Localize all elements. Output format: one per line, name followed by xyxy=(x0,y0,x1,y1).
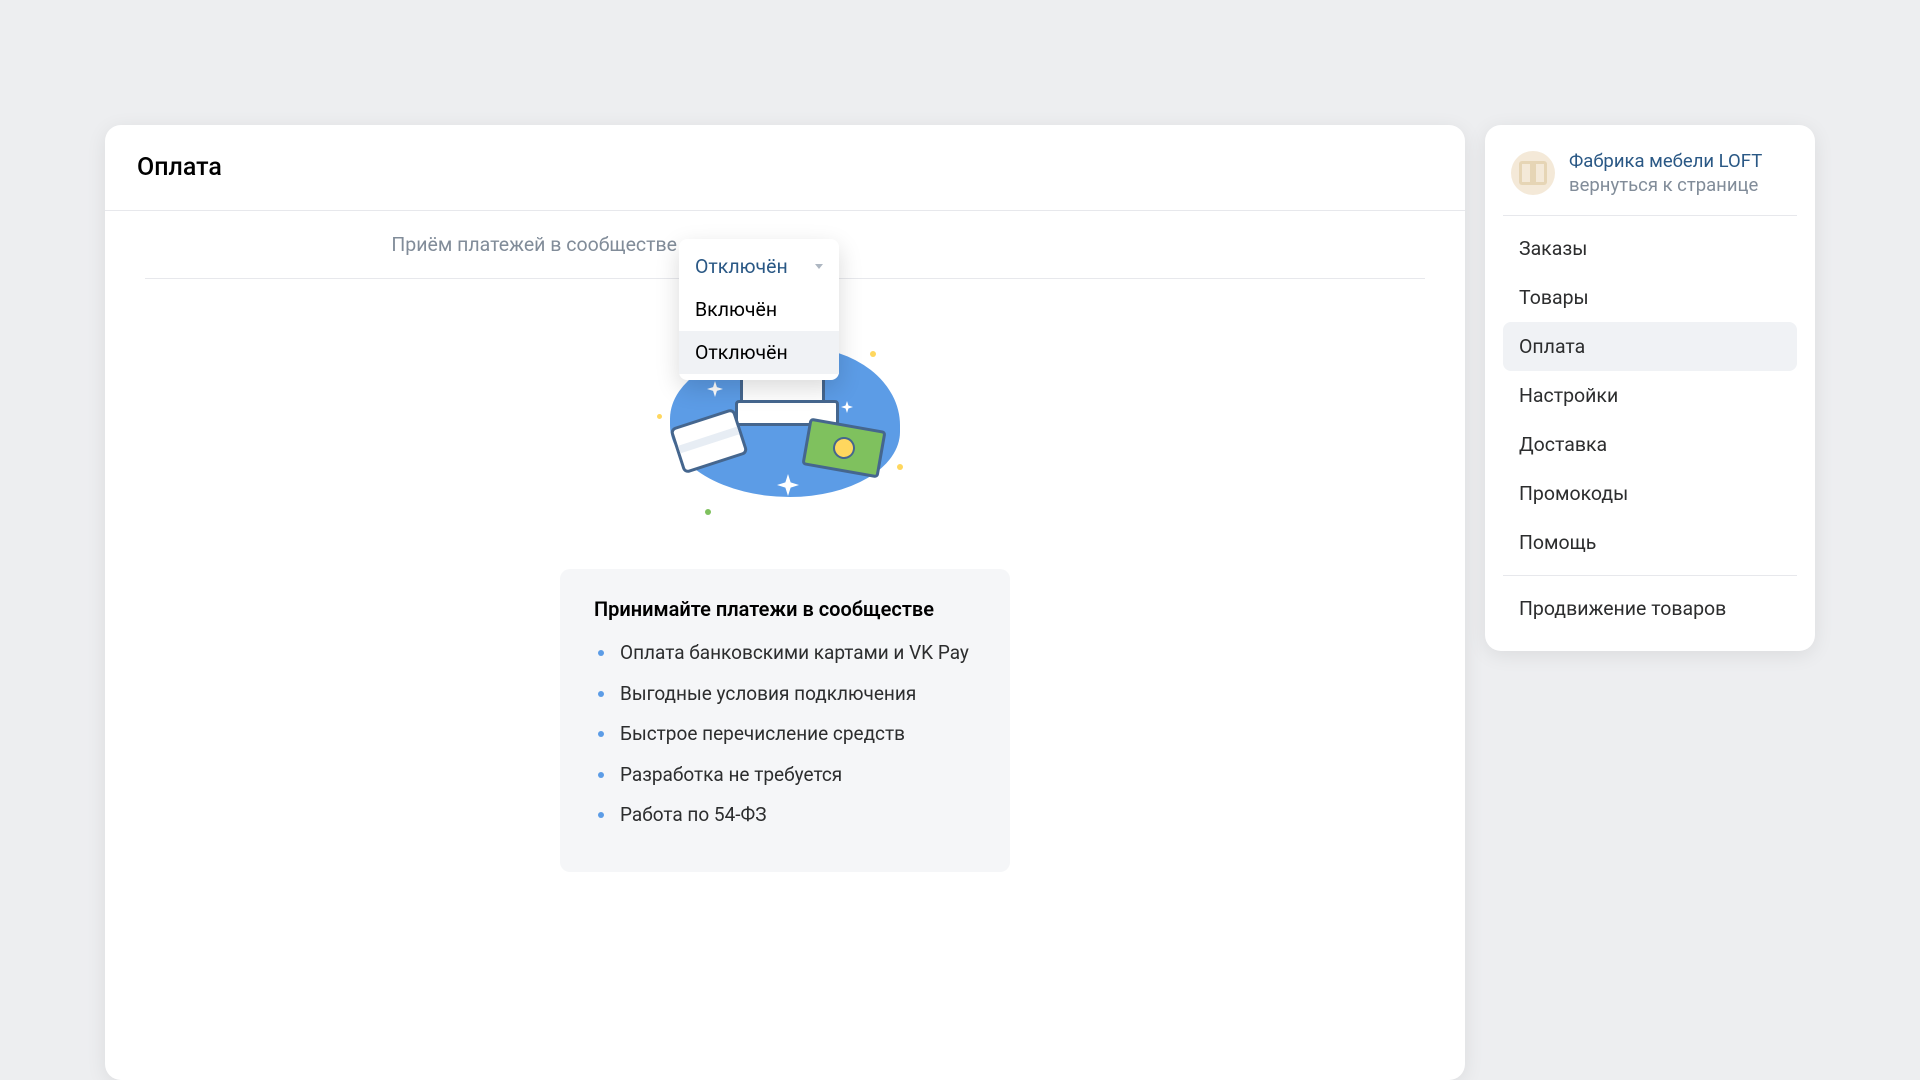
info-bullet: Разработка не требуется xyxy=(594,761,976,790)
sidebar-item-help[interactable]: Помощь xyxy=(1503,518,1797,567)
sidebar-item-payment[interactable]: Оплата xyxy=(1503,322,1797,371)
dropdown-selected-value[interactable]: Отключён xyxy=(679,245,839,288)
sidebar-item-settings[interactable]: Настройки xyxy=(1503,371,1797,420)
community-name: Фабрика мебели LOFT xyxy=(1569,149,1762,173)
info-bullet: Работа по 54-ФЗ xyxy=(594,801,976,830)
community-avatar xyxy=(1511,151,1555,195)
sidebar-item-orders[interactable]: Заказы xyxy=(1503,224,1797,273)
community-link-text: Фабрика мебели LOFT вернуться к странице xyxy=(1569,149,1762,197)
main-header: Оплата xyxy=(105,125,1465,211)
sidebar: Фабрика мебели LOFT вернуться к странице… xyxy=(1485,125,1815,651)
main-panel: Оплата Приём платежей в сообществе Отклю… xyxy=(105,125,1465,1080)
info-bullet: Выгодные условия подключения xyxy=(594,680,976,709)
main-body: Приём платежей в сообществе Отключён Вкл… xyxy=(105,211,1465,932)
community-link[interactable]: Фабрика мебели LOFT вернуться к странице xyxy=(1503,143,1797,216)
sidebar-item-delivery[interactable]: Доставка xyxy=(1503,420,1797,469)
sidebar-item-promocodes[interactable]: Промокоды xyxy=(1503,469,1797,518)
payments-toggle-row: Приём платежей в сообществе Отключён Вкл… xyxy=(145,211,1425,279)
info-bullet: Оплата банковскими картами и VK Pay xyxy=(594,639,976,668)
page-title: Оплата xyxy=(137,153,1433,182)
sidebar-item-products[interactable]: Товары xyxy=(1503,273,1797,322)
sidebar-item-promotion[interactable]: Продвижение товаров xyxy=(1503,584,1797,633)
dropdown-selected-text: Отключён xyxy=(695,255,788,278)
chevron-down-icon xyxy=(815,264,823,269)
info-card: Принимайте платежи в сообществе Оплата б… xyxy=(560,569,1010,872)
info-list: Оплата банковскими картами и VK Pay Выго… xyxy=(594,639,976,830)
dropdown-option-enabled[interactable]: Включён xyxy=(679,288,839,331)
info-bullet: Быстрое перечисление средств xyxy=(594,720,976,749)
sidebar-nav: Заказы Товары Оплата Настройки Доставка … xyxy=(1503,224,1797,633)
dropdown-option-disabled[interactable]: Отключён xyxy=(679,331,839,374)
payments-dropdown: Отключён Включён Отключён xyxy=(679,239,839,380)
payments-toggle-label: Приём платежей в сообществе xyxy=(145,233,685,256)
back-to-page-label: вернуться к странице xyxy=(1569,173,1762,197)
info-heading: Принимайте платежи в сообществе xyxy=(594,597,976,621)
sidebar-divider xyxy=(1503,575,1797,576)
